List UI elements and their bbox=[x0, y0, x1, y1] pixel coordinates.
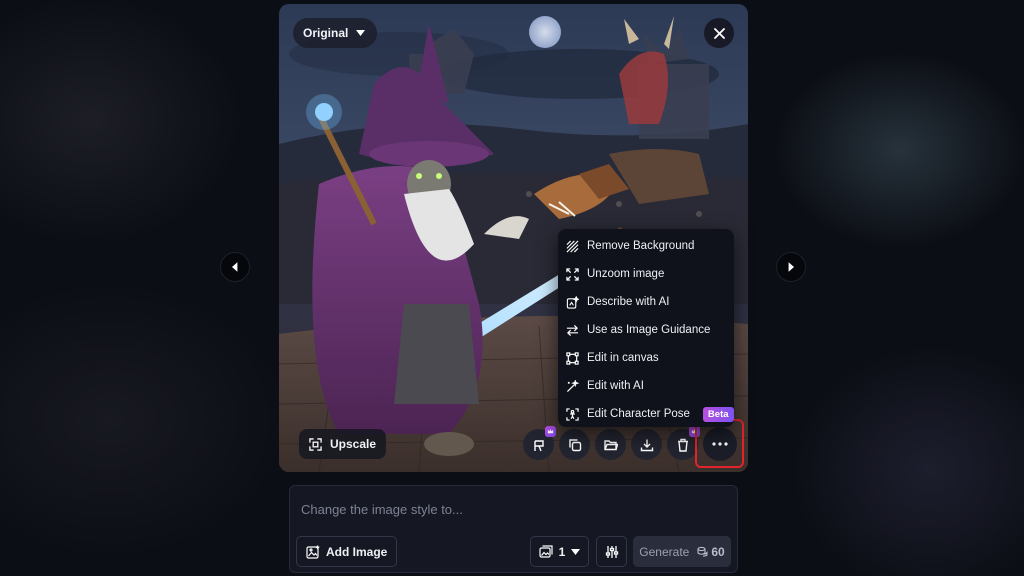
token-icon bbox=[697, 546, 708, 557]
delete-button[interactable] bbox=[667, 426, 700, 460]
save-to-folder-button[interactable] bbox=[595, 429, 626, 460]
upscale-icon bbox=[309, 437, 322, 451]
swap-arrows-icon bbox=[566, 324, 579, 336]
menu-item-remove-background[interactable]: Remove Background bbox=[558, 232, 734, 260]
copy-button[interactable] bbox=[559, 429, 590, 460]
menu-item-edit-character-pose[interactable]: Edit Character Pose Beta bbox=[558, 400, 734, 428]
menu-item-unzoom-image[interactable]: Unzoom image bbox=[558, 260, 734, 288]
folder-icon bbox=[603, 439, 618, 450]
menu-item-label: Edit Character Pose bbox=[587, 408, 690, 420]
more-options-button[interactable] bbox=[702, 426, 737, 461]
generation-settings-button[interactable] bbox=[596, 536, 627, 567]
menu-item-describe-with-ai[interactable]: Describe with AI bbox=[558, 288, 734, 316]
trash-icon bbox=[677, 438, 688, 452]
close-button[interactable] bbox=[704, 18, 734, 48]
menu-item-edit-with-ai[interactable]: Edit with AI bbox=[558, 372, 734, 400]
menu-item-label: Edit in canvas bbox=[587, 352, 659, 364]
generate-button[interactable]: Generate 60 bbox=[633, 536, 731, 567]
remove-background-icon bbox=[566, 240, 579, 252]
view-mode-dropdown[interactable]: Original bbox=[293, 18, 378, 48]
download-icon bbox=[640, 439, 653, 451]
canvas-icon bbox=[566, 351, 579, 365]
more-icon bbox=[711, 441, 728, 446]
caret-down-icon bbox=[571, 548, 581, 555]
caret-down-icon bbox=[356, 30, 366, 36]
upscale-label: Upscale bbox=[330, 437, 377, 451]
add-image-label: Add Image bbox=[326, 544, 388, 559]
add-image-icon bbox=[306, 545, 320, 559]
menu-item-use-as-image-guidance[interactable]: Use as Image Guidance bbox=[558, 316, 734, 344]
menu-item-label: Use as Image Guidance bbox=[587, 324, 711, 336]
menu-item-edit-in-canvas[interactable]: Edit in canvas bbox=[558, 344, 734, 372]
upscale-button[interactable]: Upscale bbox=[299, 429, 387, 459]
unzoom-icon bbox=[566, 267, 579, 281]
premium-badge bbox=[545, 426, 556, 437]
close-icon bbox=[713, 27, 725, 39]
prompt-panel: Add Image 1 Generate 60 bbox=[289, 485, 738, 573]
images-icon bbox=[539, 545, 553, 558]
menu-item-label: Describe with AI bbox=[587, 296, 670, 308]
image-count-dropdown[interactable]: 1 bbox=[530, 536, 589, 567]
menu-item-label: Unzoom image bbox=[587, 268, 665, 280]
sliders-icon bbox=[605, 545, 618, 558]
image-action-bar bbox=[523, 426, 700, 460]
next-image-button[interactable] bbox=[776, 252, 806, 282]
brush-icon bbox=[533, 439, 544, 451]
edit-brush-button[interactable] bbox=[523, 426, 556, 460]
generate-label: Generate bbox=[639, 544, 690, 559]
download-button[interactable] bbox=[631, 429, 662, 460]
view-mode-label: Original bbox=[303, 26, 349, 40]
more-options-menu: Remove Background Unzoom image Describe … bbox=[558, 229, 734, 427]
magic-wand-icon bbox=[566, 379, 579, 392]
menu-item-label: Edit with AI bbox=[587, 380, 644, 392]
image-count-value: 1 bbox=[558, 544, 566, 559]
describe-icon bbox=[566, 295, 579, 309]
pose-icon bbox=[566, 407, 579, 421]
menu-item-label: Remove Background bbox=[587, 240, 695, 252]
add-image-button[interactable]: Add Image bbox=[296, 536, 398, 567]
prompt-input[interactable] bbox=[301, 499, 721, 519]
token-cost: 60 bbox=[697, 544, 725, 559]
crown-icon bbox=[547, 428, 554, 434]
token-cost-value: 60 bbox=[711, 544, 725, 559]
chevron-right-icon bbox=[788, 262, 794, 272]
copy-icon bbox=[568, 438, 581, 451]
previous-image-button[interactable] bbox=[220, 252, 250, 282]
beta-badge: Beta bbox=[702, 406, 734, 422]
chevron-left-icon bbox=[232, 262, 238, 272]
